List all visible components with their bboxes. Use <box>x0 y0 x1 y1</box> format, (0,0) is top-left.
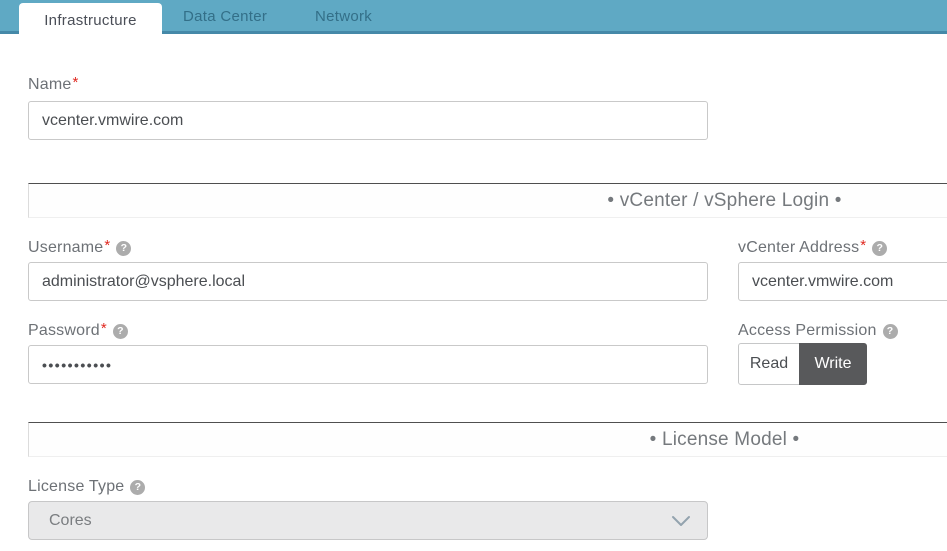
help-icon[interactable]: ? <box>113 324 128 339</box>
vcenter-address-label-text: vCenter Address <box>738 239 859 257</box>
chevron-down-icon <box>671 515 691 527</box>
password-label-text: Password <box>28 322 100 340</box>
access-permission-toggle: Read Write <box>738 343 867 385</box>
access-permission-label: Access Permission ? <box>738 322 898 340</box>
license-type-select[interactable]: Cores <box>28 501 708 540</box>
tab-bar: Infrastructure Data Center Network <box>0 0 947 34</box>
name-label: Name* <box>28 76 79 94</box>
required-asterisk: * <box>72 74 78 91</box>
help-icon[interactable]: ? <box>130 480 145 495</box>
help-icon[interactable]: ? <box>116 241 131 256</box>
license-type-label: License Type ? <box>28 478 145 496</box>
username-label: Username* ? <box>28 239 131 257</box>
required-asterisk: * <box>104 237 110 254</box>
tab-network[interactable]: Network <box>315 0 372 34</box>
name-label-text: Name <box>28 76 71 94</box>
password-input[interactable] <box>28 345 708 384</box>
license-type-value: Cores <box>49 512 92 530</box>
name-input[interactable] <box>28 101 708 140</box>
required-asterisk: * <box>860 237 866 254</box>
password-label: Password* ? <box>28 322 128 340</box>
tab-infrastructure[interactable]: Infrastructure <box>19 3 162 37</box>
read-toggle-button[interactable]: Read <box>738 343 800 385</box>
access-permission-label-text: Access Permission <box>738 322 877 340</box>
license-type-label-text: License Type <box>28 478 124 496</box>
username-label-text: Username <box>28 239 103 257</box>
help-icon[interactable]: ? <box>872 241 887 256</box>
section-login-header: • vCenter / vSphere Login • <box>28 183 947 218</box>
vcenter-address-label: vCenter Address* ? <box>738 239 887 257</box>
required-asterisk: * <box>101 320 107 337</box>
section-login-title: • vCenter / vSphere Login • <box>607 190 841 212</box>
page: Infrastructure Data Center Network Name*… <box>0 0 947 551</box>
help-icon[interactable]: ? <box>883 324 898 339</box>
tab-data-center[interactable]: Data Center <box>183 0 267 34</box>
section-license-title: • License Model • <box>650 429 800 451</box>
write-toggle-button[interactable]: Write <box>799 343 867 385</box>
vcenter-address-input[interactable] <box>738 262 947 301</box>
form-canvas: Infrastructure Data Center Network Name*… <box>0 0 947 551</box>
section-license-header: • License Model • <box>28 422 947 457</box>
username-input[interactable] <box>28 262 708 301</box>
